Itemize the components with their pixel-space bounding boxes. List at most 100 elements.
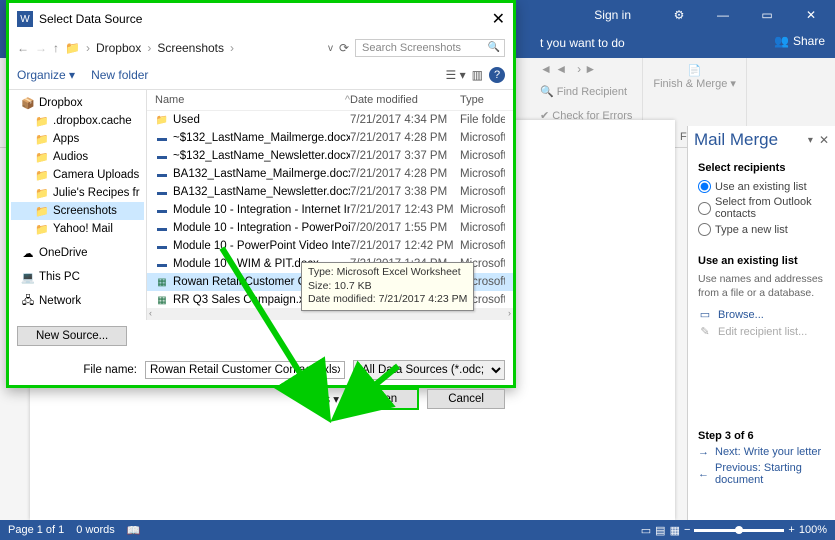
select-data-source-dialog: W Select Data Source ✕ ← → ↑ 📁 › Dropbox… [6,0,516,388]
arrow-right-icon: → [698,446,709,458]
tree-item[interactable]: 📁Apps [11,130,144,148]
file-row[interactable]: ▬~$132_LastName_Mailmerge.docx7/21/2017 … [147,129,513,147]
new-source-button[interactable]: New Source... [17,326,127,346]
nav-back-icon[interactable]: ← [17,41,29,55]
view-mode-icon-3[interactable]: ▦ [670,524,680,537]
file-list[interactable]: Name ^ Date modified Type 📁Used7/21/2017… [147,90,513,320]
file-name-input[interactable] [145,361,345,379]
tree-item[interactable]: 🖧Network [11,292,144,310]
window-close-icon[interactable]: ✕ [795,8,827,22]
folder-icon: 📁 [35,204,49,218]
folder-tree[interactable]: 📦Dropbox📁.dropbox.cache📁Apps📁Audios📁Came… [9,90,147,320]
browse-icon: ▭ [698,308,712,321]
folder-icon: ☁ [21,246,35,260]
nav-forward-icon: → [35,41,47,55]
folder-icon: 📁 [35,186,49,200]
folder-icon: 📦 [21,96,35,110]
zoom-percent[interactable]: 100% [799,524,827,536]
finish-merge-button[interactable]: 📄Finish & Merge ▾ [653,64,736,90]
col-name-header[interactable]: Name ^ [155,94,350,106]
tree-item[interactable]: 📁Yahoo! Mail [11,220,144,238]
prev-step-link[interactable]: ←Previous: Starting document [698,462,825,486]
folder-icon: 📁 [35,150,49,164]
zoom-in-icon[interactable]: + [788,524,794,536]
view-mode-icon[interactable]: ▭ [641,524,651,537]
word-icon: ▬ [155,131,169,145]
col-type-header[interactable]: Type [460,94,505,106]
word-count[interactable]: 0 words [76,524,115,536]
window-restore-icon[interactable]: ▭ [751,8,783,22]
col-date-header[interactable]: Date modified [350,94,460,106]
view-options-icon[interactable]: ☰ ▾ [446,68,466,82]
share-button[interactable]: 👥Share [774,34,825,48]
nav-up-icon[interactable]: ↑ [53,41,59,55]
edit-icon: ✎ [698,325,712,338]
word-icon: ▬ [155,185,169,199]
radio-outlook-contacts[interactable]: Select from Outlook contacts [698,196,825,220]
find-recipient-button[interactable]: 🔍 Find Recipient [540,85,632,98]
tree-item[interactable]: 💻This PC [11,268,144,286]
file-type-filter[interactable]: All Data Sources (*.odc;*.mdb;* [353,360,505,380]
use-existing-note: Use names and addresses from a file or a… [698,273,825,300]
tree-item[interactable]: ☁OneDrive [11,244,144,262]
pane-close-icon[interactable]: ✕ [819,133,829,147]
organize-button[interactable]: Organize ▾ [17,68,75,82]
radio-new-list[interactable]: Type a new list [698,223,825,236]
tools-dropdown[interactable]: Tools ▾ [303,392,339,406]
tree-item[interactable]: 📁Screenshots [11,202,144,220]
word-icon: ▬ [155,203,169,217]
file-row[interactable]: ▬BA132_LastName_Mailmerge.docx7/21/2017 … [147,165,513,183]
mail-merge-title: Mail Merge [694,130,778,150]
help-icon[interactable]: ? [489,67,505,83]
window-settings-icon[interactable]: ⚙ [663,8,695,22]
file-row[interactable]: ▬Module 10 - Integration - PowerPoint.do… [147,219,513,237]
word-icon: ▬ [155,257,169,271]
word-icon: ▬ [155,167,169,181]
file-row[interactable]: ▬Module 10 - Integration - Internet Inte… [147,201,513,219]
status-bar: Page 1 of 1 0 words 📖 ▭ ▤ ▦ − + 100% [0,520,835,540]
file-tooltip: Type: Microsoft Excel Worksheet Size: 10… [301,262,474,311]
breadcrumb-screenshots[interactable]: Screenshots [157,41,224,55]
arrow-left-icon: ← [698,468,709,480]
tree-item[interactable]: 📁.dropbox.cache [11,112,144,130]
new-folder-button[interactable]: New folder [91,68,148,82]
tree-item[interactable]: 📁Julie's Recipes fr [11,184,144,202]
open-button[interactable]: Open [347,388,419,410]
page-indicator[interactable]: Page 1 of 1 [8,524,64,536]
file-name-label: File name: [83,364,137,376]
file-row[interactable]: ▬~$132_LastName_Newsletter.docx7/21/2017… [147,147,513,165]
folder-icon: 📁 [35,222,49,236]
file-row[interactable]: 📁Used7/21/2017 4:34 PMFile folder [147,111,513,129]
zoom-slider[interactable] [694,529,784,532]
radio-existing-list[interactable]: Use an existing list [698,180,825,193]
dialog-title: Select Data Source [39,12,142,26]
sign-in-link[interactable]: Sign in [594,8,631,22]
dialog-close-icon[interactable]: ✕ [492,9,505,29]
refresh-icon[interactable]: ⟳ [339,41,349,55]
file-row[interactable]: ▬Module 10 - PowerPoint Video Integratio… [147,237,513,255]
preview-pane-icon[interactable]: ▥ [472,68,483,82]
cancel-button[interactable]: Cancel [427,389,505,409]
zoom-out-icon[interactable]: − [684,524,690,536]
tree-item[interactable]: 📁Camera Uploads [11,166,144,184]
proofing-icon[interactable]: 📖 [127,524,141,537]
search-input[interactable]: Search Screenshots [355,39,505,57]
folder-icon: 📁 [35,114,49,128]
edit-recipients-link: ✎Edit recipient list... [698,325,825,338]
select-recipients-heading: Select recipients [698,162,825,174]
breadcrumb-dropdown-icon[interactable]: v [328,43,333,54]
word-app-icon: W [17,11,33,27]
next-step-link[interactable]: →Next: Write your letter [698,446,825,458]
tree-item[interactable]: 📦Dropbox [11,94,144,112]
step-indicator: Step 3 of 6 [698,430,825,442]
tree-item[interactable]: 📁Audios [11,148,144,166]
browse-link[interactable]: ▭Browse... [698,308,825,321]
folder-icon: 💻 [21,270,35,284]
file-row[interactable]: ▬BA132_LastName_Newsletter.docx7/21/2017… [147,183,513,201]
breadcrumb-dropbox[interactable]: Dropbox [96,41,141,55]
view-mode-icon-2[interactable]: ▤ [655,524,665,537]
window-minimize-icon[interactable]: — [707,8,739,22]
word-icon: ▬ [155,149,169,163]
tell-me-input[interactable]: t you want to do [540,36,625,50]
pane-dropdown-icon[interactable]: ▾ [808,135,813,146]
